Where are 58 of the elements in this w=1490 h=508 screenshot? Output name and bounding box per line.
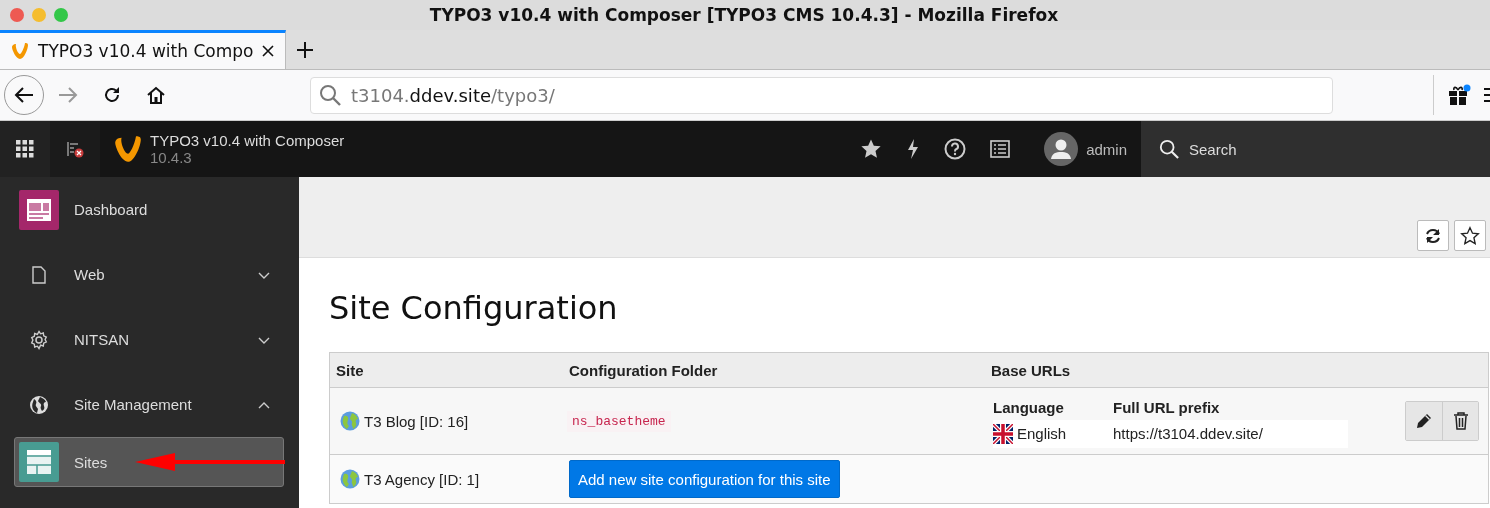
pencil-icon [1415, 412, 1433, 430]
column-header: Language [993, 398, 1064, 416]
column-header: Configuration Folder [568, 361, 719, 379]
reload-icon [1424, 226, 1442, 245]
sites-icon [19, 442, 59, 482]
window-title: TYPO3 v10.4 with Composer [TYPO3 CMS 10.4.3] - Mozilla Firefox [428, 5, 1060, 25]
globe-icon [340, 411, 360, 431]
delete-button[interactable] [1442, 402, 1478, 440]
home-icon [146, 85, 166, 105]
user-menu[interactable]: admin [1044, 132, 1127, 166]
gear-icon [29, 329, 49, 350]
clear-cache-icon [66, 140, 84, 158]
page-icon [29, 264, 49, 285]
reload-button[interactable] [1417, 220, 1449, 251]
site-name-cell: T3 Blog [ID: 16] [364, 412, 469, 430]
list-icon[interactable] [990, 140, 1011, 158]
folder-name: ns_basetheme [567, 410, 671, 432]
dashboard-icon [19, 189, 59, 230]
site-name: TYPO3 v10.4 with Composer [150, 132, 345, 149]
menu-icon[interactable] [1484, 86, 1490, 104]
version-label: 10.4.3 [150, 149, 193, 166]
close-icon[interactable] [261, 44, 276, 58]
sidebar-subitem[interactable]: Sites [14, 437, 284, 487]
new-tab-icon[interactable] [296, 40, 315, 59]
help-icon[interactable] [944, 138, 967, 160]
clear-cache-button[interactable] [50, 121, 100, 177]
sidebar-item[interactable]: Site Management [74, 396, 242, 413]
search-field[interactable]: Search [1141, 121, 1490, 177]
gift-icon[interactable] [1448, 84, 1472, 106]
bookmark-button[interactable] [1454, 220, 1486, 251]
grid-icon [16, 140, 34, 158]
sidebar-item[interactable]: Web [74, 266, 242, 283]
column-header: Site [335, 361, 365, 379]
lightning-icon[interactable] [906, 139, 921, 159]
reload-icon [102, 85, 122, 105]
page-title: Site Configuration [329, 290, 619, 326]
search-icon [319, 84, 341, 106]
edit-button[interactable] [1406, 402, 1442, 440]
search-icon [1159, 139, 1179, 159]
column-header: Base URLs [990, 361, 1072, 379]
avatar-icon [1044, 132, 1079, 166]
star-icon [1460, 225, 1480, 246]
typo3-logo-icon[interactable] [112, 133, 144, 165]
language-cell: English [1017, 425, 1067, 442]
browser-tab[interactable]: TYPO3 v10.4 with Compo [0, 30, 287, 69]
star-icon[interactable] [860, 138, 883, 160]
site-name-cell: T3 Agency [ID: 1] [364, 470, 480, 488]
sidebar-item[interactable]: Dashboard [74, 201, 271, 218]
module-menu-button[interactable] [0, 121, 50, 177]
typo3-logo-icon [10, 41, 30, 61]
address-bar[interactable]: t3104.ddev.site/typo3/ [310, 76, 1333, 114]
column-header: Full URL prefix [1113, 398, 1220, 416]
sidebar-item[interactable]: NITSAN [74, 331, 242, 348]
url-cell: https://t3104.ddev.site/ [1113, 425, 1263, 442]
globe-icon [340, 469, 360, 489]
globe-icon [29, 394, 49, 415]
trash-icon [1452, 412, 1469, 430]
add-site-config-button[interactable]: Add new site configuration for this site [569, 460, 840, 498]
